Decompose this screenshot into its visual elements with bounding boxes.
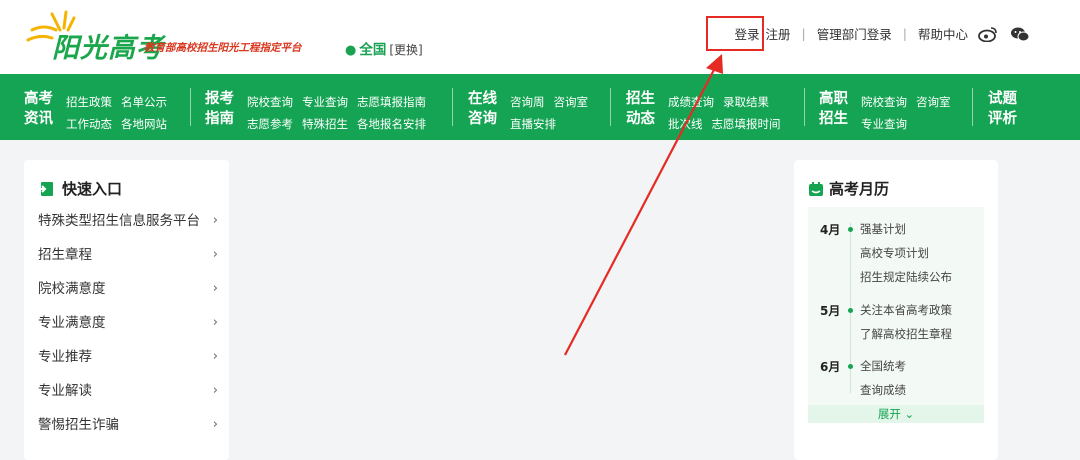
quick-entry-card: 快速入口 特殊类型招生信息服务平台 › 招生章程 › 院校满意度 › 专业满意度 › 专…: [24, 160, 229, 460]
calendar-icon: [809, 181, 823, 196]
chevron-right-icon: ›: [212, 383, 218, 398]
calendar-item[interactable]: 高校专项计划: [860, 245, 929, 261]
nav-divider: [190, 88, 191, 126]
divider: |: [801, 26, 806, 41]
logo-subtitle: 教育部高校招生阳光工程指定平台: [144, 42, 302, 54]
list-item[interactable]: 专业满意度 ›: [38, 306, 218, 340]
nav-link[interactable]: 特殊招生: [302, 117, 348, 131]
chevron-right-icon: ›: [212, 417, 218, 432]
nav-link[interactable]: 名单公示: [121, 95, 167, 109]
nav-divider: [972, 88, 973, 126]
list-item[interactable]: 专业推荐 ›: [38, 340, 218, 374]
calendar-month: 5月: [820, 304, 841, 318]
chevron-right-icon: ›: [212, 281, 218, 296]
top-links: 登录 注册 | 管理部门登录 | 帮助中心: [735, 24, 1031, 43]
nav-link[interactable]: 咨询周: [510, 95, 545, 109]
login-highlight-box: [706, 16, 764, 51]
calendar-item[interactable]: 强基计划: [860, 221, 906, 237]
nav-group-title[interactable]: 高职 招生: [819, 89, 853, 129]
exam-calendar-card: 高考月历 4月 强基计划 高校专项计划 招生规定陆续公布 5月 关注本省高考政策…: [794, 160, 998, 460]
divider: |: [902, 26, 907, 41]
calendar-item[interactable]: 了解高校招生章程: [860, 326, 952, 342]
region-change-link[interactable]: [更换]: [389, 43, 422, 57]
nav-link[interactable]: 招生政策: [66, 95, 112, 109]
register-link[interactable]: 注册: [766, 24, 791, 43]
help-center-link[interactable]: 帮助中心: [918, 24, 968, 43]
quick-entry-list: 特殊类型招生信息服务平台 › 招生章程 › 院校满意度 › 专业满意度 › 专业推荐 › …: [38, 204, 218, 442]
list-item[interactable]: 特殊类型招生信息服务平台 ›: [38, 204, 218, 238]
site-header: 阳光高考 教育部高校招生阳光工程指定平台 ● 全国 [更换] 登录 注册 | 管理部…: [0, 0, 1080, 74]
nav-link[interactable]: 专业查询: [861, 117, 907, 131]
nav-link[interactable]: 各地网站: [121, 117, 167, 131]
calendar-month: 6月: [820, 360, 841, 374]
chevron-right-icon: ›: [212, 349, 218, 364]
nav-group-title[interactable]: 招生 动态: [626, 89, 660, 129]
calendar-title: 高考月历: [808, 178, 889, 199]
entry-icon: [38, 181, 53, 196]
admin-login-link[interactable]: 管理部门登录: [817, 24, 892, 43]
timeline-dot: [848, 308, 853, 313]
list-item[interactable]: 警惕招生诈骗 ›: [38, 408, 218, 442]
nav-link[interactable]: 咨询室: [916, 95, 951, 109]
list-item[interactable]: 招生章程 ›: [38, 238, 218, 272]
nav-link[interactable]: 录取结果: [723, 95, 769, 109]
nav-link[interactable]: 志愿填报指南: [357, 95, 426, 109]
list-item[interactable]: 院校满意度 ›: [38, 272, 218, 306]
calendar-timeline: 4月 强基计划 高校专项计划 招生规定陆续公布 5月 关注本省高考政策 了解高校…: [808, 207, 984, 423]
main-nav: 高考 资讯 招生政策 名单公示 工作动态 各地网站 报考 指南 院校查询 专业查询 志愿填报…: [0, 74, 1080, 140]
nav-group-title[interactable]: 在线 咨询: [468, 89, 502, 129]
nav-group-title[interactable]: 试题 评析: [988, 89, 1022, 129]
region-name: 全国: [359, 42, 387, 58]
weibo-icon[interactable]: [978, 26, 998, 42]
location-pin-icon: ●: [345, 43, 357, 58]
calendar-item[interactable]: 查询成绩: [860, 382, 906, 398]
expand-button[interactable]: 展开 ⌄: [808, 405, 984, 423]
calendar-item[interactable]: 关注本省高考政策: [860, 302, 952, 318]
chevron-down-icon: ⌄: [904, 407, 915, 421]
nav-link[interactable]: 直播安排: [510, 117, 556, 131]
nav-link[interactable]: 工作动态: [66, 117, 112, 131]
calendar-item[interactable]: 招生规定陆续公布: [860, 269, 952, 285]
nav-link[interactable]: 院校查询: [247, 95, 293, 109]
chevron-right-icon: ›: [212, 247, 218, 262]
nav-group-title[interactable]: 报考 指南: [205, 89, 239, 129]
nav-link[interactable]: 志愿参考: [247, 117, 293, 131]
timeline-dot: [848, 227, 853, 232]
nav-divider: [610, 88, 611, 126]
nav-divider: [452, 88, 453, 126]
site-logo[interactable]: 阳光高考 教育部高校招生阳光工程指定平台: [22, 10, 322, 64]
list-item[interactable]: 专业解读 ›: [38, 374, 218, 408]
calendar-item[interactable]: 全国统考: [860, 358, 906, 374]
nav-link[interactable]: 咨询室: [554, 95, 589, 109]
nav-link[interactable]: 院校查询: [861, 95, 907, 109]
nav-link[interactable]: 批次线: [668, 117, 703, 131]
nav-link[interactable]: 专业查询: [302, 95, 348, 109]
wechat-icon[interactable]: [1010, 26, 1030, 42]
quick-entry-title: 快速入口: [38, 178, 122, 199]
timeline-dot: [848, 364, 853, 369]
calendar-month: 4月: [820, 223, 841, 237]
nav-group-title[interactable]: 高考 资讯: [24, 89, 58, 129]
nav-divider: [804, 88, 805, 126]
nav-link[interactable]: 成绩查询: [668, 95, 714, 109]
nav-link[interactable]: 各地报名安排: [357, 117, 426, 131]
chevron-right-icon: ›: [212, 213, 218, 228]
nav-link[interactable]: 志愿填报时间: [712, 117, 781, 131]
chevron-right-icon: ›: [212, 315, 218, 330]
region-selector[interactable]: ● 全国 [更换]: [345, 38, 423, 58]
